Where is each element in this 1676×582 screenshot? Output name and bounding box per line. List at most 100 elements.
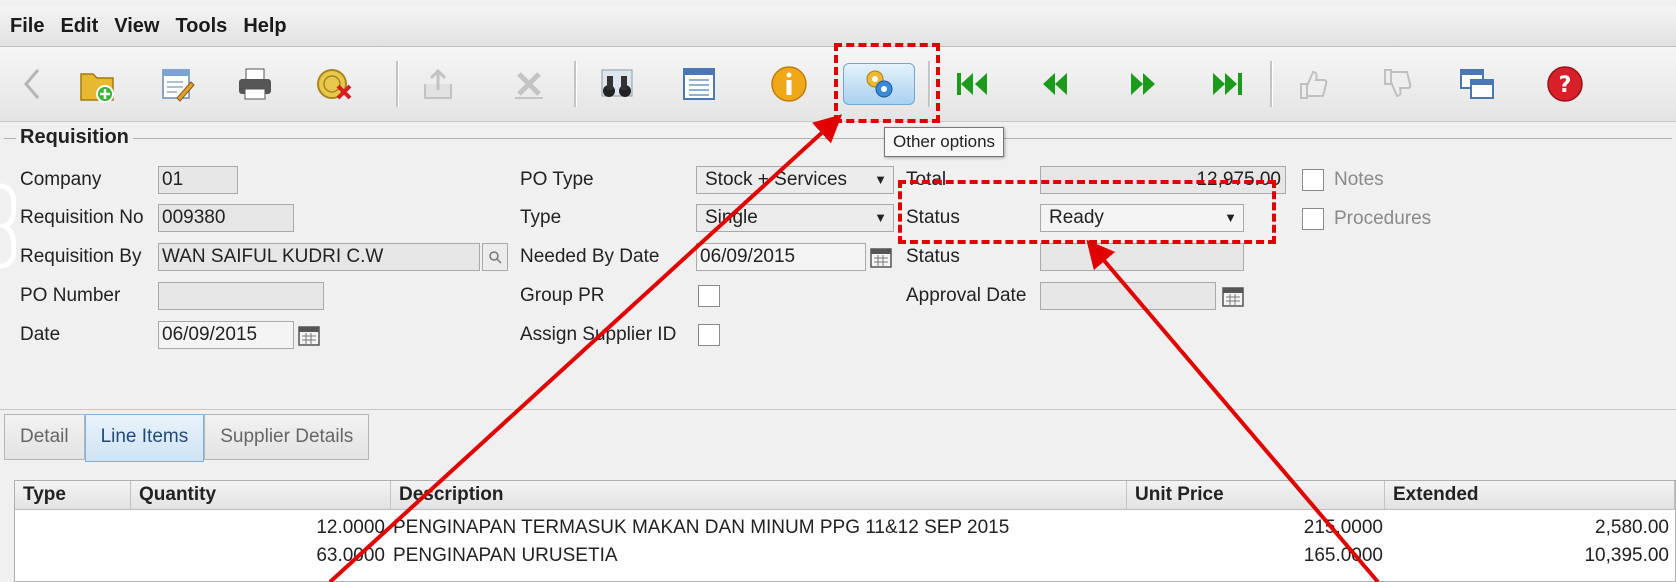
type-select[interactable]: Single ▼ bbox=[696, 204, 894, 232]
delete-x-icon bbox=[515, 72, 543, 99]
menu-view[interactable]: View bbox=[108, 15, 165, 38]
other-options-button[interactable] bbox=[842, 59, 916, 109]
next-record-button[interactable] bbox=[1118, 59, 1168, 109]
last-record-button[interactable] bbox=[1202, 59, 1252, 109]
info-button[interactable] bbox=[764, 59, 814, 109]
po-type-value: Stock + Services bbox=[705, 169, 848, 190]
group-pr-label: Group PR bbox=[520, 285, 605, 306]
needed-by-label: Needed By Date bbox=[520, 246, 660, 267]
erp-window: File Edit View Tools Help ? Other option… bbox=[0, 0, 1676, 582]
status-label: Status bbox=[906, 207, 960, 228]
requisition-no-label: Requisition No bbox=[20, 207, 144, 228]
menu-help[interactable]: Help bbox=[237, 15, 292, 38]
status-value: Ready bbox=[1049, 207, 1104, 228]
reject-button[interactable] bbox=[1370, 59, 1420, 109]
approve-button[interactable] bbox=[1286, 59, 1336, 109]
column-header-extended[interactable]: Extended bbox=[1385, 481, 1675, 509]
cancel-button[interactable] bbox=[310, 59, 360, 109]
help-button[interactable]: ? bbox=[1540, 59, 1590, 109]
company-field[interactable]: 01 bbox=[158, 166, 238, 194]
toolbar-separator bbox=[396, 61, 399, 107]
calendar-icon[interactable] bbox=[298, 324, 320, 346]
help-icon: ? bbox=[1547, 66, 1583, 102]
printer-icon bbox=[239, 68, 271, 100]
column-header-unit-price[interactable]: Unit Price bbox=[1127, 481, 1385, 509]
grid-header: Type Quantity Description Unit Price Ext… bbox=[15, 481, 1675, 510]
column-header-description[interactable]: Description bbox=[391, 481, 1127, 509]
windows-icon bbox=[1460, 69, 1494, 99]
approval-date-field[interactable] bbox=[1040, 282, 1216, 310]
menu-file[interactable]: File bbox=[4, 15, 50, 38]
tab-line-items[interactable]: Line Items bbox=[84, 414, 205, 462]
edge-artifact-icon bbox=[0, 183, 16, 269]
previous-record-icon bbox=[1043, 73, 1067, 95]
cell-extended: 2,580.00 bbox=[1595, 517, 1669, 538]
date-field[interactable]: 06/09/2015 bbox=[158, 321, 294, 349]
delete-button[interactable] bbox=[504, 59, 554, 109]
first-record-button[interactable] bbox=[948, 59, 998, 109]
export-icon bbox=[424, 68, 452, 99]
total-label: Total bbox=[906, 169, 947, 190]
edit-button[interactable] bbox=[152, 59, 202, 109]
toolbar-separator bbox=[574, 61, 577, 107]
group-pr-checkbox[interactable] bbox=[698, 285, 720, 307]
new-button[interactable] bbox=[72, 59, 122, 109]
needed-by-field[interactable]: 06/09/2015 bbox=[696, 243, 866, 271]
cell-unit-price: 215.0000 bbox=[1303, 517, 1383, 538]
column-header-type[interactable]: Type bbox=[15, 481, 131, 509]
binoculars-icon bbox=[601, 69, 633, 97]
toolbar: ? bbox=[0, 47, 1676, 122]
requisition-no-field[interactable]: 009380 bbox=[158, 204, 294, 232]
approval-date-label: Approval Date bbox=[906, 285, 1027, 306]
po-number-field[interactable] bbox=[158, 282, 324, 310]
procedures-checkbox[interactable] bbox=[1302, 208, 1324, 230]
previous-record-button[interactable] bbox=[1030, 59, 1080, 109]
procedures-label: Procedures bbox=[1334, 208, 1432, 229]
calendar-icon[interactable] bbox=[870, 246, 892, 268]
column-header-quantity[interactable]: Quantity bbox=[131, 481, 391, 509]
requisition-by-lookup[interactable] bbox=[482, 243, 508, 271]
info-icon bbox=[771, 66, 807, 102]
po-type-label: PO Type bbox=[520, 169, 594, 190]
first-record-icon bbox=[957, 73, 987, 95]
menu-edit[interactable]: Edit bbox=[54, 15, 104, 38]
menu-tools[interactable]: Tools bbox=[169, 15, 233, 38]
assign-supplier-checkbox[interactable] bbox=[698, 324, 720, 346]
group-title: Requisition bbox=[16, 126, 133, 149]
edit-form-icon bbox=[162, 69, 195, 102]
type-value: Single bbox=[705, 207, 758, 228]
list-view-icon bbox=[683, 68, 715, 100]
print-button[interactable] bbox=[230, 59, 280, 109]
cell-description: PENGINAPAN TERMASUK MAKAN DAN MINUM PPG … bbox=[393, 517, 1010, 538]
other-options-icon bbox=[866, 70, 893, 98]
tab-separator bbox=[0, 409, 1676, 410]
status-select[interactable]: Ready ▼ bbox=[1040, 204, 1244, 232]
cell-unit-price: 165.0000 bbox=[1303, 545, 1383, 566]
dropdown-arrow-icon: ▼ bbox=[874, 210, 887, 225]
reject-hand-icon bbox=[1384, 69, 1412, 98]
tab-detail[interactable]: Detail bbox=[4, 414, 85, 460]
export-button[interactable] bbox=[414, 59, 464, 109]
tab-supplier-details[interactable]: Supplier Details bbox=[204, 414, 370, 460]
notes-checkbox[interactable] bbox=[1302, 169, 1324, 191]
calendar-icon[interactable] bbox=[1222, 285, 1244, 307]
requisition-by-field[interactable]: WAN SAIFUL KUDRI C.W bbox=[158, 243, 480, 271]
company-label: Company bbox=[20, 169, 102, 190]
assign-supplier-label: Assign Supplier ID bbox=[520, 324, 677, 345]
po-type-select[interactable]: Stock + Services ▼ bbox=[696, 166, 894, 194]
last-record-icon bbox=[1213, 73, 1242, 95]
date-label: Date bbox=[20, 324, 61, 345]
svg-text:?: ? bbox=[1559, 73, 1572, 98]
cell-description: PENGINAPAN URUSETIA bbox=[393, 545, 618, 566]
back-button[interactable] bbox=[8, 59, 58, 109]
windows-button[interactable] bbox=[1452, 59, 1502, 109]
status2-label: Status bbox=[906, 246, 960, 267]
toolbar-separator bbox=[1270, 61, 1273, 107]
list-button[interactable] bbox=[674, 59, 724, 109]
po-number-label: PO Number bbox=[20, 285, 121, 306]
next-record-icon bbox=[1131, 73, 1155, 95]
find-button[interactable] bbox=[592, 59, 642, 109]
approve-hand-icon bbox=[1300, 70, 1328, 99]
cancel-coins-icon bbox=[317, 69, 352, 100]
total-field: 12,975.00 bbox=[1040, 166, 1286, 194]
